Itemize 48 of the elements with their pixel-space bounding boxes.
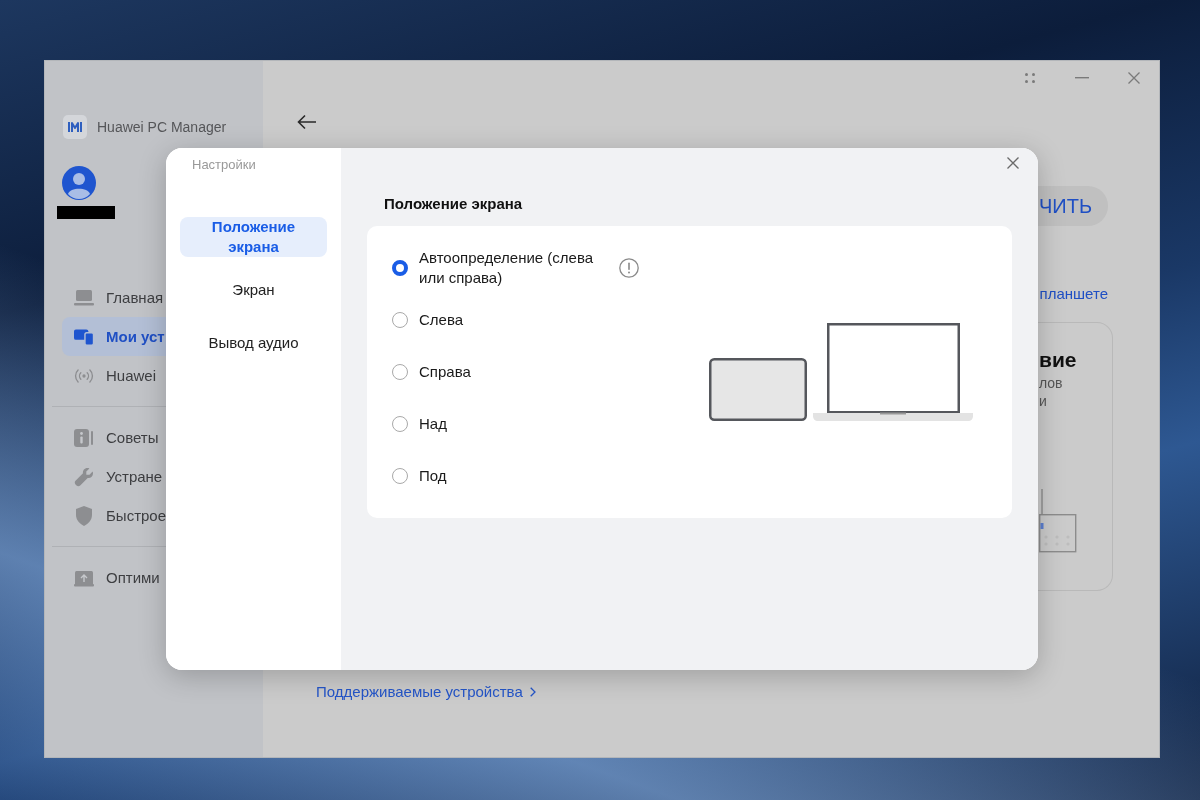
connect-button[interactable]: ЧИТЬ [1038, 186, 1108, 226]
option-label[interactable]: Над [419, 414, 447, 434]
wrench-icon [74, 466, 94, 487]
option-label[interactable]: Под [419, 466, 447, 486]
sidebar-nav-item[interactable]: Устране [62, 457, 166, 496]
info-card-icon [74, 427, 94, 448]
settings-nav-item[interactable]: Экран [180, 270, 327, 310]
back-button[interactable] [297, 114, 317, 130]
sidebar-nav-item[interactable]: Huawei [62, 356, 166, 395]
grid-dots-icon [1025, 73, 1035, 83]
card-title: вие [1039, 347, 1077, 373]
upload-tray-icon [74, 568, 94, 587]
radio-button[interactable] [392, 260, 408, 276]
sidebar-nav-item[interactable]: Оптими [62, 558, 166, 597]
supported-devices-link[interactable]: Поддерживаемые устройства [316, 682, 536, 702]
info-icon[interactable] [619, 258, 639, 278]
minimize-icon [1075, 77, 1089, 79]
dialog-title: Настройки [191, 157, 256, 173]
radio-button[interactable] [392, 468, 408, 484]
settings-nav-item[interactable]: Положение экрана [180, 217, 327, 257]
radio-button[interactable] [392, 416, 408, 432]
close-icon [1128, 72, 1140, 84]
tablet-link[interactable]: планшете [1038, 284, 1108, 304]
card-text: и [1039, 392, 1047, 410]
option-label[interactable]: Справа [419, 362, 471, 382]
laptop-icon [74, 289, 94, 306]
back-arrow-icon [297, 114, 317, 130]
device-drawing [1039, 489, 1077, 553]
radio-button[interactable] [392, 312, 408, 328]
chevron-right-icon [529, 687, 536, 697]
option-label[interactable]: Слева [419, 310, 464, 330]
sidebar-nav-item[interactable]: Главная [62, 278, 166, 317]
radio-button[interactable] [392, 364, 408, 380]
close-icon [1007, 157, 1019, 169]
card-text: лов [1039, 374, 1063, 392]
option-label[interactable]: Автоопределение (слева или справа) [419, 248, 615, 288]
devices-icon [74, 327, 94, 346]
app-logo-icon [63, 115, 87, 139]
section-heading: Положение экрана [383, 194, 523, 214]
shield-icon [74, 505, 94, 526]
sidebar-nav-item[interactable]: Быстрое [62, 496, 166, 535]
sidebar-nav-item[interactable]: Мои уст [62, 317, 166, 356]
avatar-icon[interactable] [62, 166, 96, 200]
settings-nav-item[interactable]: Вывод аудио [180, 323, 327, 363]
app-title: Huawei PC Manager [97, 119, 227, 135]
redacted-name-bar [57, 206, 115, 219]
wireless-icon [74, 367, 94, 384]
sidebar-nav-item[interactable]: Советы [62, 418, 166, 457]
